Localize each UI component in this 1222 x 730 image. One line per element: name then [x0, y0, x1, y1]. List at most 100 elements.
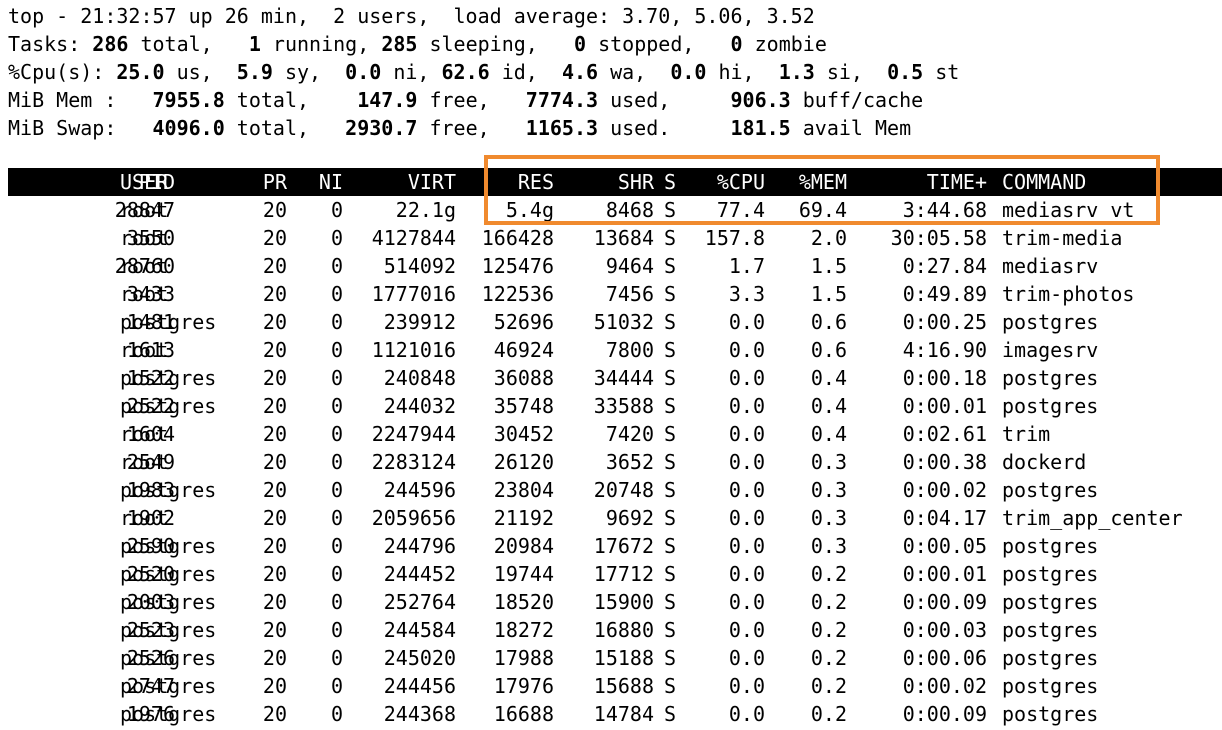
process-shr-cell: 16880: [593, 618, 654, 642]
header-res[interactable]: RES: [462, 168, 554, 196]
process-res-cell: 20984: [493, 534, 554, 558]
process-res-cell: 21192: [493, 506, 554, 530]
process-cpu-cell: 0.0: [728, 478, 765, 502]
header-command[interactable]: COMMAND: [1002, 168, 1222, 196]
header-virt[interactable]: VIRT: [350, 168, 456, 196]
process-row[interactable]: 1604 root 20 0 2247944 30452 7420 S 0.0 0.4 0:02.6…: [0, 420, 1222, 448]
process-mem-cell: 0.2: [810, 562, 847, 586]
header-shr[interactable]: SHR: [560, 168, 654, 196]
mem-total-label: total,: [224, 88, 358, 112]
process-virt-cell: 245020: [383, 646, 456, 670]
process-mem-cell: 0.2: [810, 590, 847, 614]
process-res-cell: 17976: [493, 674, 554, 698]
process-command-cell: postgres: [1002, 310, 1099, 334]
cpu-us-label: us,: [164, 60, 237, 84]
process-pr-cell: 20: [262, 198, 287, 222]
process-shr-cell: 7456: [605, 282, 654, 306]
process-command-cell: postgres: [1002, 646, 1099, 670]
header-mem[interactable]: %MEM: [772, 168, 847, 196]
process-res-cell: 35748: [493, 394, 554, 418]
process-time-cell: 0:00.02: [902, 674, 987, 698]
process-res-cell: 52696: [493, 310, 554, 334]
cpu-id-value: 62.6: [441, 60, 490, 84]
process-row[interactable]: 1902 root 20 0 2059656 21192 9692 S 0.0 0.3 0:04.1…: [0, 504, 1222, 532]
process-time-cell: 0:27.84: [902, 254, 987, 278]
process-res-cell: 19744: [493, 562, 554, 586]
process-shr-cell: 14784: [593, 702, 654, 726]
process-mem-cell: 0.4: [810, 366, 847, 390]
process-res-cell: 166428: [481, 226, 554, 250]
process-row[interactable]: 2747 postgres 20 0 244456 17976 15688 S 0.0 0.2 0:…: [0, 672, 1222, 700]
process-ni-cell: 0: [330, 590, 343, 614]
process-cpu-cell: 77.4: [716, 198, 765, 222]
process-user-cell: postgres: [120, 394, 217, 418]
process-shr-cell: 17712: [593, 562, 654, 586]
process-row[interactable]: 1976 postgres 20 0 244368 16688 14784 S 0.0 0.2 0:…: [0, 700, 1222, 728]
process-command-cell: imagesrv: [1002, 338, 1099, 362]
process-row[interactable]: 1481 postgres 20 0 239912 52696 51032 S 0.0 0.6 0:…: [0, 308, 1222, 336]
process-time-cell: 0:04.17: [902, 506, 987, 530]
process-ni-cell: 0: [330, 618, 343, 642]
process-mem-cell: 0.2: [810, 702, 847, 726]
header-cpu[interactable]: %CPU: [680, 168, 765, 196]
process-res-cell: 17988: [493, 646, 554, 670]
process-shr-cell: 9464: [605, 254, 654, 278]
process-shr-cell: 33588: [593, 394, 654, 418]
process-row[interactable]: 2526 postgres 20 0 245020 17988 15188 S 0.0 0.2 0:…: [0, 644, 1222, 672]
process-row[interactable]: 2549 root 20 0 2283124 26120 3652 S 0.0 0.3 0:00.3…: [0, 448, 1222, 476]
process-pr-cell: 20: [262, 674, 287, 698]
process-user-cell: postgres: [120, 562, 217, 586]
process-row[interactable]: 2522 postgres 20 0 244032 35748 33588 S 0.0 0.4 0:…: [0, 392, 1222, 420]
process-res-cell: 16688: [493, 702, 554, 726]
mem-used-value: 7774.3: [525, 88, 599, 112]
process-row[interactable]: 1613 root 20 0 1121016 46924 7800 S 0.0 0.6 4:16.9…: [0, 336, 1222, 364]
process-time-cell: 0:02.61: [902, 422, 987, 446]
process-pr-cell: 20: [262, 702, 287, 726]
header-pr[interactable]: PR: [244, 168, 287, 196]
process-time-cell: 0:00.03: [902, 618, 987, 642]
process-shr-cell: 15188: [593, 646, 654, 670]
process-virt-cell: 244596: [383, 478, 456, 502]
process-mem-cell: 2.0: [810, 226, 847, 250]
process-row[interactable]: 3550 root 20 0 4127844 166428 13684 S 157.8 2.0 30…: [0, 224, 1222, 252]
process-cpu-cell: 0.0: [728, 338, 765, 362]
process-res-cell: 46924: [493, 338, 554, 362]
process-cpu-cell: 0.0: [728, 310, 765, 334]
process-ni-cell: 0: [330, 226, 343, 250]
tasks-zombie-value: 0: [730, 32, 743, 56]
process-row[interactable]: 2523 postgres 20 0 244584 18272 16880 S 0.0 0.2 0:…: [0, 616, 1222, 644]
process-row[interactable]: 1522 postgres 20 0 240848 36088 34444 S 0.0 0.4 0:…: [0, 364, 1222, 392]
mem-line: MiB Mem : 7955.8 total, 147.9 free, 7774…: [8, 86, 923, 114]
process-shr-cell: 8468: [605, 198, 654, 222]
process-pr-cell: 20: [262, 618, 287, 642]
process-pr-cell: 20: [262, 254, 287, 278]
process-mem-cell: 0.6: [810, 338, 847, 362]
tasks-stopped-value: 0: [573, 32, 587, 56]
process-pr-cell: 20: [262, 282, 287, 306]
mem-free-label: free,: [417, 88, 526, 112]
swap-used-label: used.: [598, 116, 731, 140]
process-user-cell: postgres: [120, 366, 217, 390]
header-user[interactable]: USER: [120, 168, 260, 196]
process-cpu-cell: 0.0: [728, 562, 765, 586]
process-mem-cell: 0.3: [810, 450, 847, 474]
process-virt-cell: 244796: [383, 534, 456, 558]
process-shr-cell: 20748: [593, 478, 654, 502]
process-cpu-cell: 0.0: [728, 646, 765, 670]
process-mem-cell: 0.4: [810, 422, 847, 446]
process-row[interactable]: 28847 root 20 0 22.1g 5.4g 8468 S 77.4 69.4 3:44.6…: [0, 196, 1222, 224]
process-row[interactable]: 28760 root 20 0 514092 125476 9464 S 1.7 1.5 0:27.…: [0, 252, 1222, 280]
process-table-header: PID USER PR NI VIRT RES SHR S %CPU %MEM …: [0, 168, 1222, 196]
process-time-cell: 3:44.68: [902, 198, 987, 222]
process-row[interactable]: 2590 postgres 20 0 244796 20984 17672 S 0.0 0.3 0:…: [0, 532, 1222, 560]
process-virt-cell: 514092: [383, 254, 456, 278]
process-row[interactable]: 3433 root 20 0 1777016 122536 7456 S 3.3 1.5 0:49.…: [0, 280, 1222, 308]
header-ni[interactable]: NI: [300, 168, 343, 196]
process-row[interactable]: 2520 postgres 20 0 244452 19744 17712 S 0.0 0.2 0:…: [0, 560, 1222, 588]
process-cpu-cell: 0.0: [728, 702, 765, 726]
process-pr-cell: 20: [262, 534, 287, 558]
process-row[interactable]: 2003 postgres 20 0 252764 18520 15900 S 0.0 0.2 0:…: [0, 588, 1222, 616]
process-row[interactable]: 1983 postgres 20 0 244596 23804 20748 S 0.0 0.3 0:…: [0, 476, 1222, 504]
process-virt-cell: 1777016: [371, 282, 456, 306]
header-time[interactable]: TIME+: [852, 168, 987, 196]
